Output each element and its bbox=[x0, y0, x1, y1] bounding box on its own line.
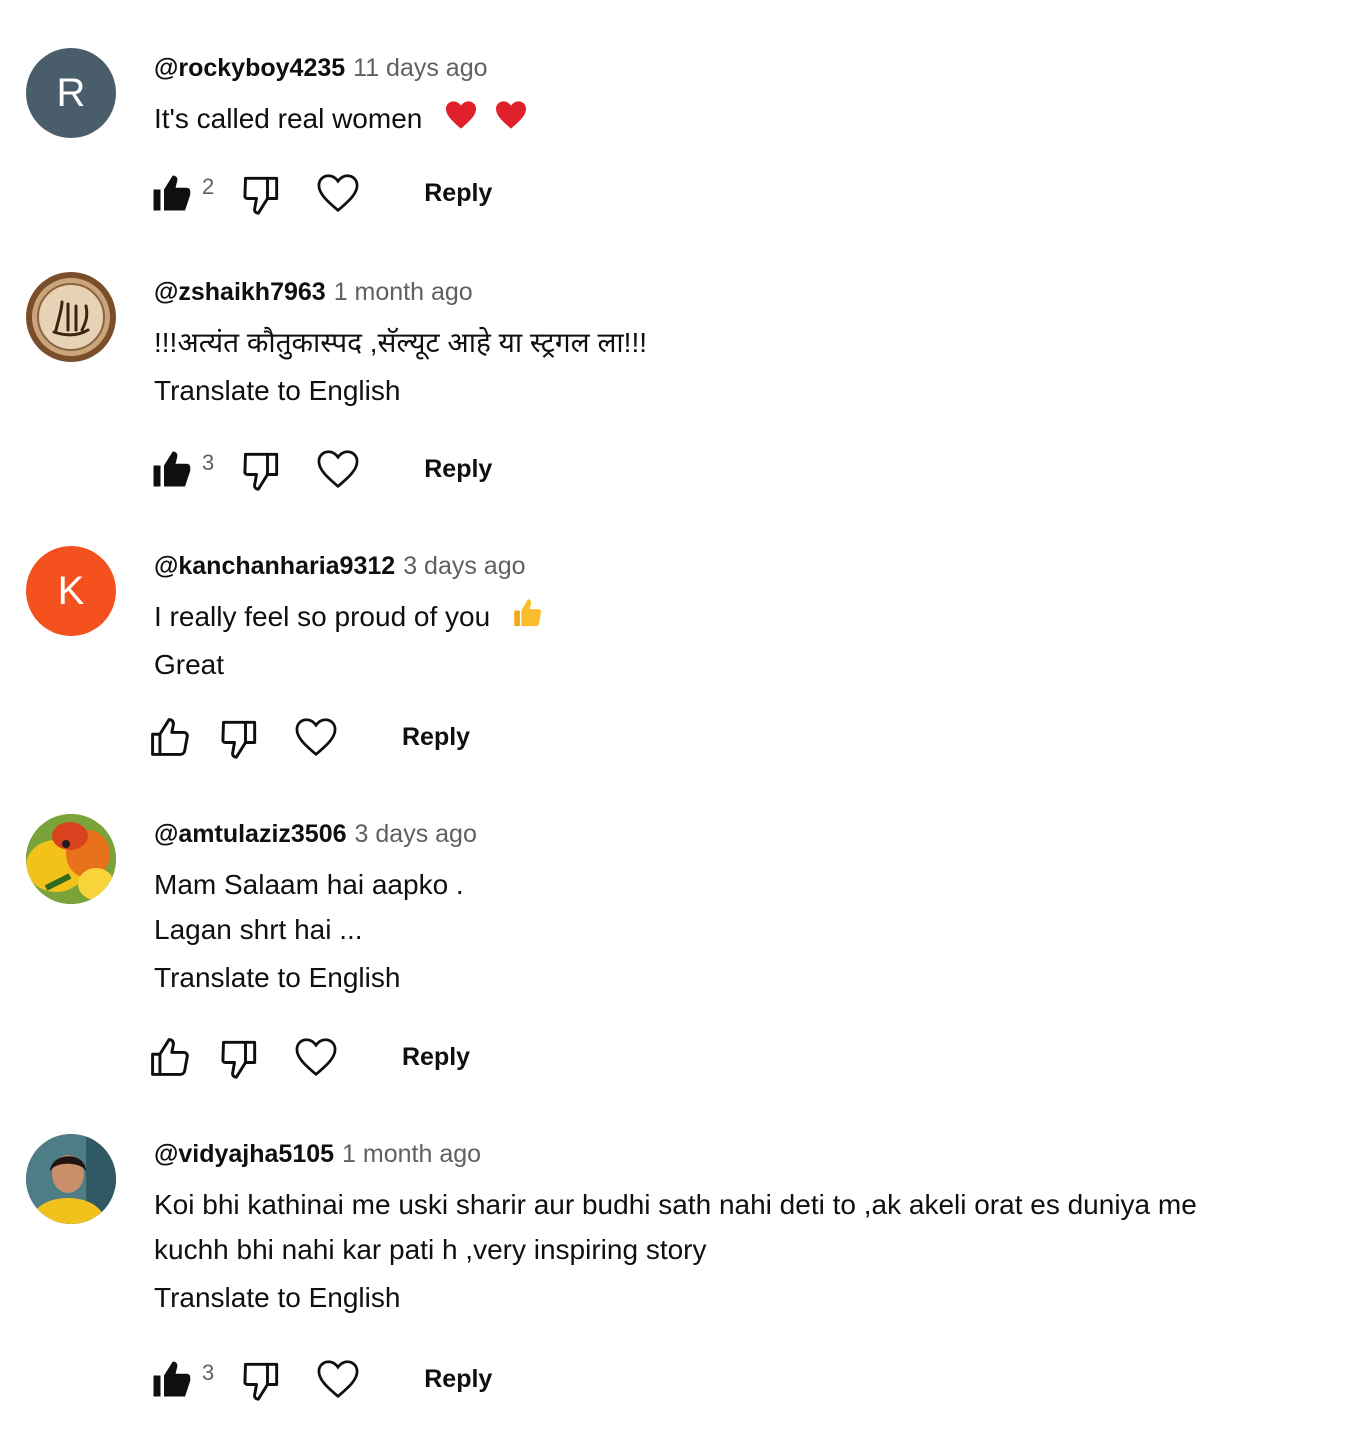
comment-text-line: Great bbox=[154, 649, 225, 681]
heart-outline-icon bbox=[295, 1038, 337, 1077]
comment-meta: @kanchanharia9312 3 days ago bbox=[154, 546, 1338, 586]
thumbs-up-emoji bbox=[510, 595, 544, 642]
red-heart-emoji bbox=[444, 98, 478, 143]
heart-outline-icon bbox=[295, 718, 337, 757]
like-count: 3 bbox=[202, 1360, 215, 1385]
comment-text: Koi bhi kathinai me uski sharir aur budh… bbox=[154, 1182, 1338, 1272]
like-button[interactable] bbox=[150, 448, 192, 490]
reply-button[interactable]: Reply bbox=[424, 179, 492, 208]
reply-button[interactable]: Reply bbox=[402, 1043, 470, 1072]
dislike-button[interactable] bbox=[218, 715, 262, 759]
translate-link[interactable]: Translate to English bbox=[154, 952, 400, 1004]
thumbs-up-icon bbox=[151, 718, 189, 756]
thumbs-up-icon bbox=[151, 1038, 189, 1076]
like-button[interactable] bbox=[150, 172, 192, 214]
reply-button[interactable]: Reply bbox=[402, 723, 470, 752]
avatar-letter: K bbox=[57, 568, 85, 613]
avatar[interactable]: R bbox=[26, 48, 116, 138]
comment-actions: Reply bbox=[148, 712, 470, 762]
calligraphy-medallion-image bbox=[26, 272, 116, 362]
comment-actions: 3 Reply bbox=[150, 1354, 492, 1404]
comment-body: @amtulaziz3506 3 days ago Mam Salaam hai … bbox=[154, 814, 1338, 1004]
like-count: 2 bbox=[202, 174, 215, 199]
comment-time[interactable]: 3 days ago bbox=[403, 552, 525, 580]
comment-author[interactable]: @rockyboy4235 bbox=[154, 54, 345, 82]
reply-button[interactable]: Reply bbox=[424, 455, 492, 484]
comment-text: I really feel so proud of you Great bbox=[154, 594, 1338, 687]
translate-link[interactable]: Translate to English bbox=[154, 1272, 400, 1324]
comment-text-line: kuchh bhi nahi kar pati h ,very inspirin… bbox=[154, 1234, 707, 1265]
profile-photo-image bbox=[26, 1134, 116, 1224]
like-count: 3 bbox=[202, 450, 215, 475]
comment-meta: @vidyajha5105 1 month ago bbox=[154, 1134, 1338, 1174]
avatar[interactable]: K bbox=[26, 546, 116, 636]
comment-text-line: !!!अत्यंत कौतुकास्पद ,सॅल्यूट आहे या स्ट… bbox=[154, 327, 648, 358]
dislike-button[interactable] bbox=[240, 447, 284, 491]
thumbs-down-icon bbox=[243, 452, 279, 491]
comment-time[interactable]: 1 month ago bbox=[334, 278, 473, 306]
dislike-button[interactable] bbox=[218, 1035, 262, 1079]
thumbs-down-icon bbox=[221, 720, 257, 759]
translate-link[interactable]: Translate to English bbox=[154, 365, 400, 417]
comment-time[interactable]: 1 month ago bbox=[342, 1140, 481, 1168]
comment-text-content: It's called real women bbox=[154, 103, 423, 134]
comment-text: !!!अत्यंत कौतुकास्पद ,सॅल्यूट आहे या स्ट… bbox=[154, 320, 1338, 365]
avatar[interactable] bbox=[26, 272, 116, 362]
comment-meta: @amtulaziz3506 3 days ago bbox=[154, 814, 1338, 854]
comment-author[interactable]: @vidyajha5105 bbox=[154, 1140, 334, 1168]
thumbs-up-icon bbox=[153, 175, 191, 211]
thumbs-down-icon bbox=[221, 1040, 257, 1079]
comment-text-line: Lagan shrt hai ... bbox=[154, 914, 363, 945]
avatar[interactable] bbox=[26, 1134, 116, 1224]
avatar-letter: R bbox=[56, 70, 86, 115]
comment-time[interactable]: 11 days ago bbox=[353, 54, 487, 82]
comment-author[interactable]: @zshaikh7963 bbox=[154, 278, 326, 306]
comment-author[interactable]: @amtulaziz3506 bbox=[154, 820, 347, 848]
like-button[interactable] bbox=[148, 715, 192, 759]
comment-meta: @rockyboy4235 11 days ago bbox=[154, 48, 1338, 88]
comment-text-content: I really feel so proud of you bbox=[154, 601, 491, 632]
comment-text-line: Mam Salaam hai aapko . bbox=[154, 869, 464, 900]
comment-body: @rockyboy4235 11 days ago It's called rea… bbox=[154, 48, 1338, 143]
heart-button[interactable] bbox=[316, 1359, 360, 1399]
comment-actions: 2 Reply bbox=[150, 168, 492, 218]
heart-button[interactable] bbox=[294, 1037, 338, 1077]
comment-meta: @zshaikh7963 1 month ago bbox=[154, 272, 1338, 312]
red-heart-emoji bbox=[494, 98, 528, 143]
comment-body: @vidyajha5105 1 month ago Koi bhi kathina… bbox=[154, 1134, 1338, 1324]
avatar[interactable] bbox=[26, 814, 116, 904]
thumbs-down-icon bbox=[243, 1362, 279, 1401]
reply-button[interactable]: Reply bbox=[424, 1365, 492, 1394]
heart-outline-icon bbox=[317, 450, 359, 489]
comment-text-line: Koi bhi kathinai me uski sharir aur budh… bbox=[154, 1189, 1197, 1220]
heart-button[interactable] bbox=[294, 717, 338, 757]
heart-button[interactable] bbox=[316, 449, 360, 489]
like-button[interactable] bbox=[150, 1358, 192, 1400]
heart-outline-icon bbox=[317, 174, 359, 213]
comment-body: @zshaikh7963 1 month ago !!!अत्यंत कौतुका… bbox=[154, 272, 1338, 417]
comment-actions: Reply bbox=[148, 1032, 470, 1082]
dislike-button[interactable] bbox=[240, 171, 284, 215]
heart-outline-icon bbox=[317, 1360, 359, 1399]
dislike-button[interactable] bbox=[240, 1357, 284, 1401]
like-button[interactable] bbox=[148, 1035, 192, 1079]
comment-actions: 3 Reply bbox=[150, 444, 492, 494]
thumbs-down-icon bbox=[243, 176, 279, 215]
comment-text-line: It's called real women bbox=[154, 96, 1338, 143]
comment-author[interactable]: @kanchanharia9312 bbox=[154, 552, 395, 580]
comment-text: It's called real women bbox=[154, 96, 1338, 143]
comment-body: @kanchanharia9312 3 days ago I really fee… bbox=[154, 546, 1338, 687]
thumbs-up-icon bbox=[153, 451, 191, 487]
thumbs-up-icon bbox=[153, 1361, 191, 1397]
heart-button[interactable] bbox=[316, 173, 360, 213]
comment-text-line: I really feel so proud of you bbox=[154, 594, 1338, 642]
parrots-photo-image bbox=[26, 814, 116, 904]
comment-text: Mam Salaam hai aapko . Lagan shrt hai ..… bbox=[154, 862, 1338, 952]
comment-time[interactable]: 3 days ago bbox=[355, 820, 477, 848]
